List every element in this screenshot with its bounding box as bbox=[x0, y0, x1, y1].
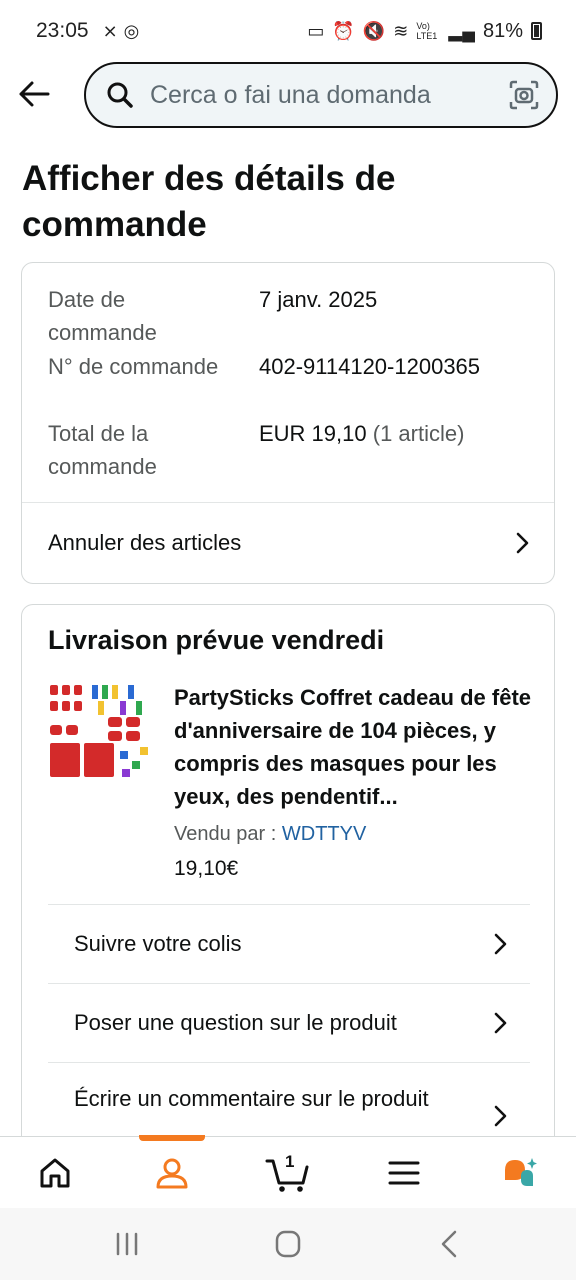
notification-icon: ⨯ bbox=[102, 21, 118, 41]
order-number-row: N° de commande 402-9114120-1200365 bbox=[48, 350, 538, 416]
chevron-right-icon bbox=[494, 1105, 507, 1127]
search-header: Cerca o fai una domanda bbox=[0, 62, 576, 130]
search-icon bbox=[107, 82, 133, 108]
chevron-right-icon bbox=[494, 933, 507, 955]
seller-link[interactable]: WDTTYV bbox=[282, 823, 366, 845]
status-bar: 23:05 ⨯ ◎ ▭ ⏰ 🔇 ≋ Vo) LTE1 ▂▄ 81% bbox=[0, 0, 576, 62]
order-date-label: Date de commande bbox=[48, 287, 157, 345]
page-title: Afficher des détails de commande bbox=[22, 159, 396, 244]
sold-by-label: Vendu par : bbox=[174, 823, 277, 845]
chevron-right-icon bbox=[494, 1012, 507, 1034]
chevron-right-icon bbox=[516, 532, 529, 554]
order-total-label: Total de la commande bbox=[48, 421, 157, 479]
order-summary-card: Date de commande 7 janv. 2025 N° de comm… bbox=[21, 262, 555, 584]
track-package-button[interactable]: Suivre votre colis bbox=[48, 904, 530, 983]
product-title[interactable]: PartySticks Coffret cadeau de fête d'ann… bbox=[174, 681, 534, 813]
ask-question-label: Poser une question sur le produit bbox=[74, 1010, 397, 1035]
nav-rufus[interactable] bbox=[484, 1137, 556, 1209]
instagram-icon: ◎ bbox=[123, 21, 140, 41]
cart-count: 1 bbox=[285, 1152, 295, 1171]
nav-home[interactable] bbox=[19, 1137, 91, 1209]
order-item-count: (1 article) bbox=[372, 421, 465, 446]
order-date-value: 7 janv. 2025 bbox=[259, 287, 378, 312]
bottom-nav: 1 bbox=[0, 1135, 576, 1209]
signal-icon: ▂▄ bbox=[448, 21, 475, 41]
status-time: 23:05 bbox=[36, 19, 89, 42]
system-nav-bar bbox=[0, 1208, 576, 1280]
home-system-icon[interactable] bbox=[268, 1226, 308, 1262]
battery-percent: 81% bbox=[482, 19, 523, 42]
delivery-card: Livraison prévue vendredi PartySticks Co… bbox=[21, 604, 555, 1164]
wifi-icon: ≋ bbox=[393, 21, 409, 41]
order-total-value: EUR 19,10 (1 article) bbox=[259, 417, 464, 450]
order-total-amount: EUR 19,10 bbox=[259, 421, 367, 446]
cancel-items-label: Annuler des articles bbox=[48, 530, 242, 555]
rufus-assistant-icon bbox=[505, 1158, 537, 1186]
search-input[interactable]: Cerca o fai una domanda bbox=[84, 62, 558, 128]
sleep-icon: ▭ bbox=[307, 21, 325, 41]
order-number-label: N° de commande bbox=[48, 354, 219, 379]
cancel-items-button[interactable]: Annuler des articles bbox=[22, 503, 554, 583]
product-price: 19,10€ bbox=[174, 857, 239, 880]
back-arrow-icon[interactable] bbox=[16, 76, 52, 112]
order-date-row: Date de commande 7 janv. 2025 bbox=[48, 283, 538, 349]
nav-account[interactable] bbox=[136, 1137, 208, 1209]
ask-question-button[interactable]: Poser une question sur le produit bbox=[48, 983, 530, 1062]
search-placeholder: Cerca o fai una domanda bbox=[150, 80, 431, 109]
home-icon bbox=[40, 1158, 70, 1188]
sold-by: Vendu par : WDTTYV bbox=[174, 823, 366, 846]
account-icon bbox=[156, 1158, 188, 1189]
order-total-row: Total de la commande EUR 19,10 (1 articl… bbox=[48, 417, 538, 483]
mute-icon: 🔇 bbox=[362, 21, 386, 41]
delivery-title: Livraison prévue vendredi bbox=[48, 625, 385, 655]
menu-icon bbox=[388, 1161, 420, 1185]
camera-icon[interactable] bbox=[508, 79, 540, 111]
back-system-icon[interactable] bbox=[430, 1226, 470, 1262]
order-number-value: 402-9114120-1200365 bbox=[259, 354, 481, 379]
battery-icon bbox=[531, 22, 542, 40]
product-image[interactable] bbox=[48, 681, 152, 785]
nav-cart[interactable]: 1 bbox=[252, 1137, 324, 1209]
alarm-icon: ⏰ bbox=[332, 21, 355, 41]
track-package-label: Suivre votre colis bbox=[74, 931, 242, 956]
recent-apps-icon[interactable] bbox=[107, 1226, 147, 1262]
nav-menu[interactable] bbox=[368, 1137, 440, 1209]
write-review-label: Écrire un commentaire sur le produit bbox=[74, 1086, 429, 1111]
lte-icon: Vo) LTE1 bbox=[416, 21, 438, 41]
